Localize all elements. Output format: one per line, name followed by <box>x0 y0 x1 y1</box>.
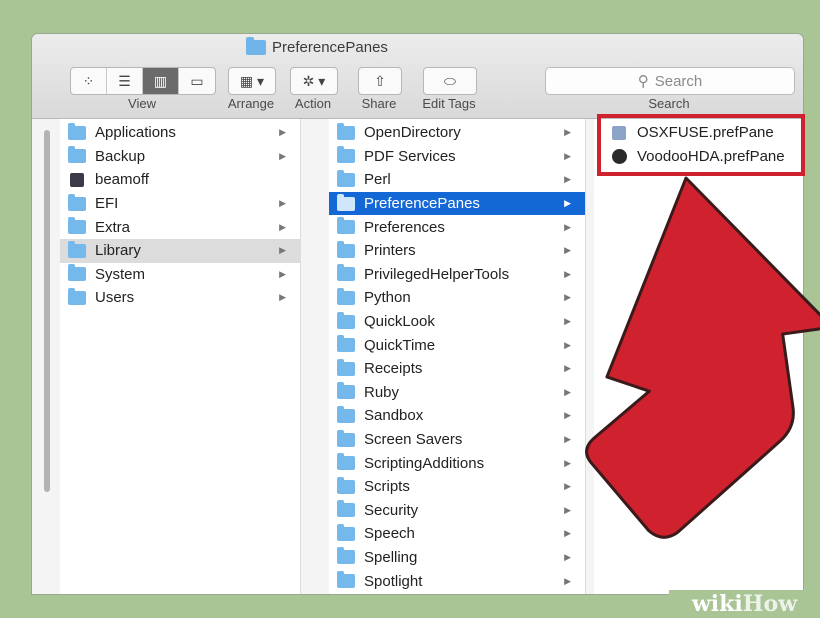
red-arrow-annotation <box>585 176 820 539</box>
watermark-wiki: wiki <box>691 591 743 617</box>
watermark-how: How <box>742 591 798 617</box>
wikihow-watermark: wiki How <box>669 590 820 618</box>
